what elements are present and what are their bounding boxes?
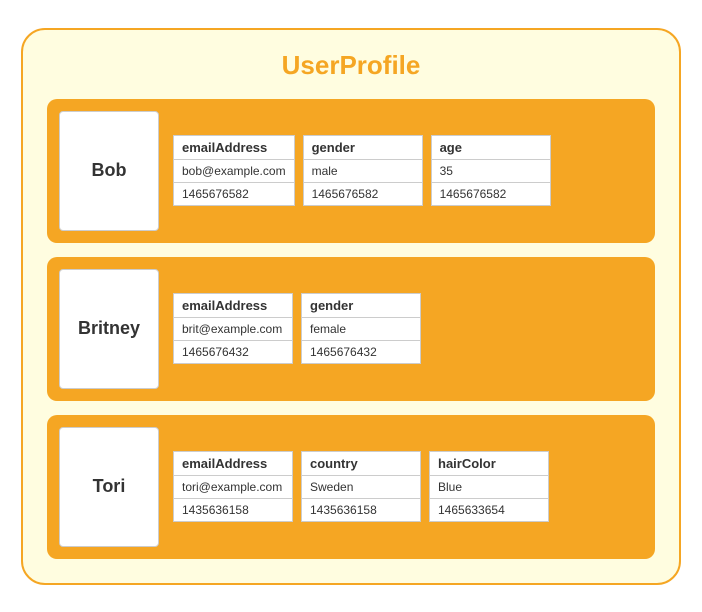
fields-area-tori: emailAddresstori@example.com1435636158co…: [173, 451, 643, 522]
field-header-britney-gender: gender: [301, 293, 421, 318]
field-timestamp-britney-emailAddress: 1465676432: [173, 341, 293, 364]
field-column-bob-gender: gendermale1465676582: [303, 135, 423, 206]
users-container: BobemailAddressbob@example.com1465676582…: [47, 99, 655, 559]
field-value-tori-emailAddress: tori@example.com: [173, 476, 293, 499]
field-column-tori-country: countrySweden1435636158: [301, 451, 421, 522]
field-header-bob-gender: gender: [303, 135, 423, 160]
field-header-bob-age: age: [431, 135, 551, 160]
fields-area-bob: emailAddressbob@example.com1465676582gen…: [173, 135, 643, 206]
field-value-britney-emailAddress: brit@example.com: [173, 318, 293, 341]
avatar-bob: Bob: [59, 111, 159, 231]
field-value-britney-gender: female: [301, 318, 421, 341]
user-card-bob: BobemailAddressbob@example.com1465676582…: [47, 99, 655, 243]
field-timestamp-tori-emailAddress: 1435636158: [173, 499, 293, 522]
user-card-britney: BritneyemailAddressbrit@example.com14656…: [47, 257, 655, 401]
field-timestamp-britney-gender: 1465676432: [301, 341, 421, 364]
field-timestamp-bob-age: 1465676582: [431, 183, 551, 206]
field-header-britney-emailAddress: emailAddress: [173, 293, 293, 318]
field-column-bob-age: age351465676582: [431, 135, 551, 206]
outer-container: UserProfile BobemailAddressbob@example.c…: [21, 28, 681, 585]
field-value-tori-hairColor: Blue: [429, 476, 549, 499]
field-timestamp-bob-gender: 1465676582: [303, 183, 423, 206]
field-value-bob-emailAddress: bob@example.com: [173, 160, 295, 183]
field-timestamp-tori-country: 1435636158: [301, 499, 421, 522]
field-column-bob-emailAddress: emailAddressbob@example.com1465676582: [173, 135, 295, 206]
field-value-bob-gender: male: [303, 160, 423, 183]
avatar-tori: Tori: [59, 427, 159, 547]
avatar-britney: Britney: [59, 269, 159, 389]
field-column-tori-hairColor: hairColorBlue1465633654: [429, 451, 549, 522]
field-timestamp-bob-emailAddress: 1465676582: [173, 183, 295, 206]
field-value-tori-country: Sweden: [301, 476, 421, 499]
page-title: UserProfile: [47, 50, 655, 81]
field-header-bob-emailAddress: emailAddress: [173, 135, 295, 160]
field-column-tori-emailAddress: emailAddresstori@example.com1435636158: [173, 451, 293, 522]
field-header-tori-emailAddress: emailAddress: [173, 451, 293, 476]
field-header-tori-hairColor: hairColor: [429, 451, 549, 476]
field-header-tori-country: country: [301, 451, 421, 476]
field-column-britney-gender: genderfemale1465676432: [301, 293, 421, 364]
user-card-tori: ToriemailAddresstori@example.com14356361…: [47, 415, 655, 559]
field-column-britney-emailAddress: emailAddressbrit@example.com1465676432: [173, 293, 293, 364]
fields-area-britney: emailAddressbrit@example.com1465676432ge…: [173, 293, 643, 364]
field-value-bob-age: 35: [431, 160, 551, 183]
field-timestamp-tori-hairColor: 1465633654: [429, 499, 549, 522]
